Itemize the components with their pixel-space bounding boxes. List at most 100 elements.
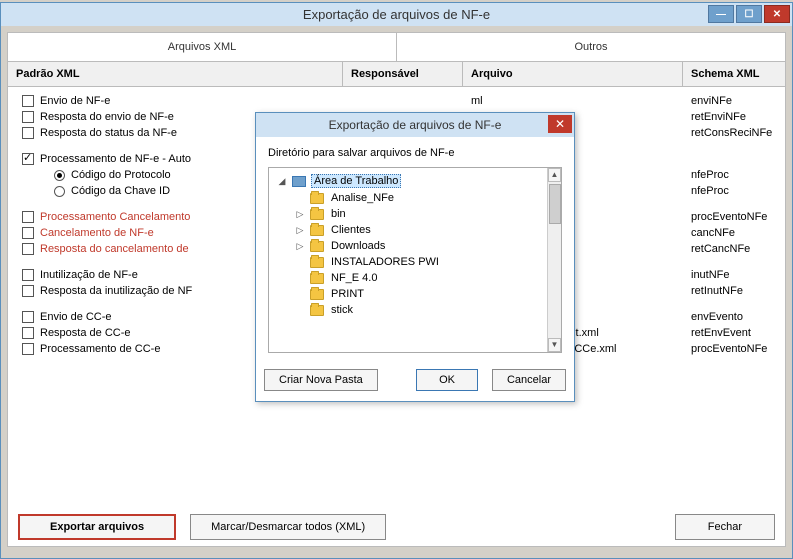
row-label: Processamento de NF-e - Auto xyxy=(40,153,191,165)
row-label: Resposta da inutilização de NF xyxy=(40,285,192,297)
header-padrao: Padrão XML xyxy=(8,62,343,86)
expand-icon[interactable]: ▷ xyxy=(295,225,305,236)
tree-item-label: Downloads xyxy=(329,240,387,252)
tree-item-label: NF_E 4.0 xyxy=(329,272,379,284)
minimize-button[interactable]: — xyxy=(708,5,734,23)
tree-item[interactable]: ▷ Clientes xyxy=(275,222,555,238)
window-title: Exportação de arquivos de NF-e xyxy=(303,7,490,22)
tree-item[interactable]: ▷ bin xyxy=(275,206,555,222)
checkbox[interactable] xyxy=(22,243,34,255)
folder-tree: ◢Área de Trabalho Analise_NFe ▷ bin ▷ Cliente… xyxy=(268,167,562,353)
checkbox[interactable] xyxy=(22,127,34,139)
tree-item-label: Analise_NFe xyxy=(329,192,396,204)
tree-item[interactable]: stick xyxy=(275,302,555,318)
row-label: Resposta do cancelamento de xyxy=(40,243,189,255)
expand-icon[interactable]: ▷ xyxy=(295,209,305,220)
dialog-close-button[interactable]: ✕ xyxy=(548,115,572,133)
folder-icon xyxy=(310,305,324,316)
row-label: Cancelamento de NF-e xyxy=(40,227,154,239)
schema-cell: retInutNFe xyxy=(683,285,785,297)
schema-cell: retEnvEvent xyxy=(683,327,785,339)
folder-icon xyxy=(310,209,324,220)
tree-item-label: PRINT xyxy=(329,288,366,300)
row-label: Código do Protocolo xyxy=(71,169,171,181)
mark-all-button[interactable]: Marcar/Desmarcar todos (XML) xyxy=(190,514,386,540)
schema-cell: procEventoNFe xyxy=(683,211,785,223)
folder-icon xyxy=(310,193,324,204)
dialog-subtitle: Diretório para salvar arquivos de NF-e xyxy=(268,147,562,159)
radio[interactable] xyxy=(54,186,65,197)
checkbox[interactable] xyxy=(22,343,34,355)
folder-icon xyxy=(310,273,324,284)
tree-item-label: INSTALADORES PWI xyxy=(329,256,441,268)
schema-cell: envEvento xyxy=(683,311,785,323)
radio[interactable] xyxy=(54,170,65,181)
row-label: Código da Chave ID xyxy=(71,185,170,197)
row-label: Processamento de CC-e xyxy=(40,343,160,355)
checkbox[interactable] xyxy=(22,227,34,239)
checkbox[interactable] xyxy=(22,153,34,165)
folder-icon xyxy=(310,241,324,252)
grid-header: Padrão XML Responsável Arquivo Schema XM… xyxy=(8,62,785,87)
schema-cell: retEnviNFe xyxy=(683,111,785,123)
schema-cell: retConsReciNFe xyxy=(683,127,785,139)
checkbox[interactable] xyxy=(22,327,34,339)
schema-cell: enviNFe xyxy=(683,95,785,107)
tab-outros[interactable]: Outros xyxy=(397,33,785,62)
tree-item[interactable]: Analise_NFe xyxy=(275,190,555,206)
close-panel-button[interactable]: Fechar xyxy=(675,514,775,540)
tree-item[interactable]: PRINT xyxy=(275,286,555,302)
schema-cell: procEventoNFe xyxy=(683,343,785,355)
row-label: Resposta do envio de NF-e xyxy=(40,111,174,123)
tab-arquivos-xml[interactable]: Arquivos XML xyxy=(8,33,397,62)
tree-item-label: stick xyxy=(329,304,355,316)
table-row: Envio de NF-e mlenviNFe xyxy=(8,93,785,109)
checkbox[interactable] xyxy=(22,269,34,281)
ok-button[interactable]: OK xyxy=(416,369,478,391)
new-folder-button[interactable]: Criar Nova Pasta xyxy=(264,369,378,391)
scroll-up-icon[interactable]: ▲ xyxy=(548,168,561,182)
tree-item[interactable]: INSTALADORES PWI xyxy=(275,254,555,270)
checkbox[interactable] xyxy=(22,111,34,123)
tabs: Arquivos XML Outros xyxy=(8,33,785,62)
schema-cell: cancNFe xyxy=(683,227,785,239)
row-label: Envio de CC-e xyxy=(40,311,112,323)
tree-item[interactable]: ▷ Downloads xyxy=(275,238,555,254)
folder-icon xyxy=(310,289,324,300)
folder-icon xyxy=(310,225,324,236)
collapse-icon[interactable]: ◢ xyxy=(277,176,287,187)
arquivo-cell: ml xyxy=(463,95,683,107)
schema-cell: retCancNFe xyxy=(683,243,785,255)
schema-cell: nfeProc xyxy=(683,185,785,197)
header-schema: Schema XML xyxy=(683,62,785,86)
scroll-down-icon[interactable]: ▼ xyxy=(548,338,561,352)
row-label: Inutilização de NF-e xyxy=(40,269,138,281)
tree-item-label: bin xyxy=(329,208,348,220)
tree-item[interactable]: NF_E 4.0 xyxy=(275,270,555,286)
row-label: Envio de NF-e xyxy=(40,95,110,107)
row-label: Resposta do status da NF-e xyxy=(40,127,177,139)
checkbox[interactable] xyxy=(22,95,34,107)
row-label: Resposta de CC-e xyxy=(40,327,131,339)
checkbox[interactable] xyxy=(22,211,34,223)
dialog-title: Exportação de arquivos de NF-e xyxy=(329,118,502,132)
expand-icon[interactable]: ▷ xyxy=(295,241,305,252)
scroll-thumb[interactable] xyxy=(549,184,561,224)
cancel-button[interactable]: Cancelar xyxy=(492,369,566,391)
bottom-toolbar: Exportar arquivos Marcar/Desmarcar todos… xyxy=(18,514,775,540)
dialog-title-bar: Exportação de arquivos de NF-e ✕ xyxy=(256,113,574,137)
desktop-icon xyxy=(292,176,306,187)
folder-dialog: Exportação de arquivos de NF-e ✕ Diretór… xyxy=(255,112,575,402)
header-arquivo: Arquivo xyxy=(463,62,683,86)
tree-item[interactable]: ◢Área de Trabalho xyxy=(275,172,555,190)
checkbox[interactable] xyxy=(22,285,34,297)
checkbox[interactable] xyxy=(22,311,34,323)
tree-item-label: Clientes xyxy=(329,224,373,236)
folder-icon xyxy=(310,257,324,268)
header-responsavel: Responsável xyxy=(343,62,463,86)
maximize-button[interactable]: ☐ xyxy=(736,5,762,23)
schema-cell: inutNFe xyxy=(683,269,785,281)
export-button[interactable]: Exportar arquivos xyxy=(18,514,176,540)
close-button[interactable]: ✕ xyxy=(764,5,790,23)
scrollbar[interactable]: ▲ ▼ xyxy=(547,168,561,352)
